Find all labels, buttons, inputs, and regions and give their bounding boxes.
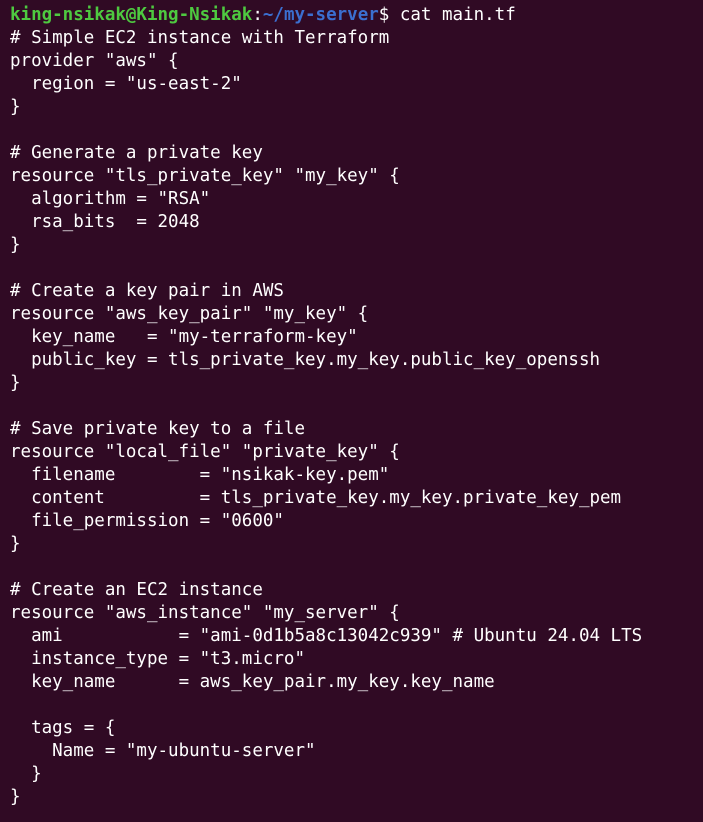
file-line: filename = "nsikak-key.pem"	[10, 465, 390, 485]
file-line: resource "aws_instance" "my_server" {	[10, 603, 400, 623]
file-line: # Generate a private key	[10, 143, 263, 163]
prompt-line: king-nsikak@King-Nsikak:~/my-server$ cat…	[10, 4, 703, 27]
file-line: # Create an EC2 instance	[10, 580, 263, 600]
file-line: region = "us-east-2"	[10, 74, 242, 94]
file-line: instance_type = "t3.micro"	[10, 649, 306, 669]
file-line	[10, 395, 703, 418]
file-line: # Simple EC2 instance with Terraform	[10, 28, 390, 48]
terminal-window[interactable]: king-nsikak@King-Nsikak:~/my-server$ cat…	[0, 0, 703, 822]
file-line: # Save private key to a file	[10, 419, 306, 439]
prompt-user-host: king-nsikak@King-Nsikak	[10, 5, 253, 25]
file-line: file_permission = "0600"	[10, 511, 284, 531]
file-line: tags = {	[10, 718, 116, 738]
prompt-separator: :	[252, 5, 263, 25]
file-line	[10, 257, 703, 280]
file-line: key_name = "my-terraform-key"	[10, 327, 358, 347]
file-content: # Simple EC2 instance with Terraform prov…	[10, 27, 703, 809]
file-line: }	[10, 235, 21, 255]
file-line: public_key = tls_private_key.my_key.publ…	[10, 350, 601, 370]
file-line: }	[10, 787, 21, 807]
file-line: algorithm = "RSA"	[10, 189, 211, 209]
file-line: }	[10, 764, 42, 784]
prompt-path: ~/my-server	[262, 5, 379, 25]
file-line: rsa_bits = 2048	[10, 212, 200, 232]
file-line	[10, 694, 703, 717]
file-line	[10, 119, 703, 142]
file-line: }	[10, 373, 21, 393]
file-line: ami = "ami-0d1b5a8c13042c939" # Ubuntu 2…	[10, 626, 643, 646]
file-line: resource "aws_key_pair" "my_key" {	[10, 304, 369, 324]
file-line: resource "tls_private_key" "my_key" {	[10, 166, 400, 186]
file-line: }	[10, 534, 21, 554]
file-line: provider "aws" {	[10, 51, 179, 71]
file-line: }	[10, 97, 21, 117]
prompt-command: cat main.tf	[399, 5, 516, 25]
file-line: key_name = aws_key_pair.my_key.key_name	[10, 672, 495, 692]
file-line: content = tls_private_key.my_key.private…	[10, 488, 622, 508]
file-line	[10, 556, 703, 579]
file-line: # Create a key pair in AWS	[10, 281, 284, 301]
file-line: Name = "my-ubuntu-server"	[10, 741, 316, 761]
file-line: resource "local_file" "private_key" {	[10, 442, 400, 462]
terminal-output: king-nsikak@King-Nsikak:~/my-server$ cat…	[10, 4, 703, 809]
prompt-symbol: $	[378, 5, 400, 25]
